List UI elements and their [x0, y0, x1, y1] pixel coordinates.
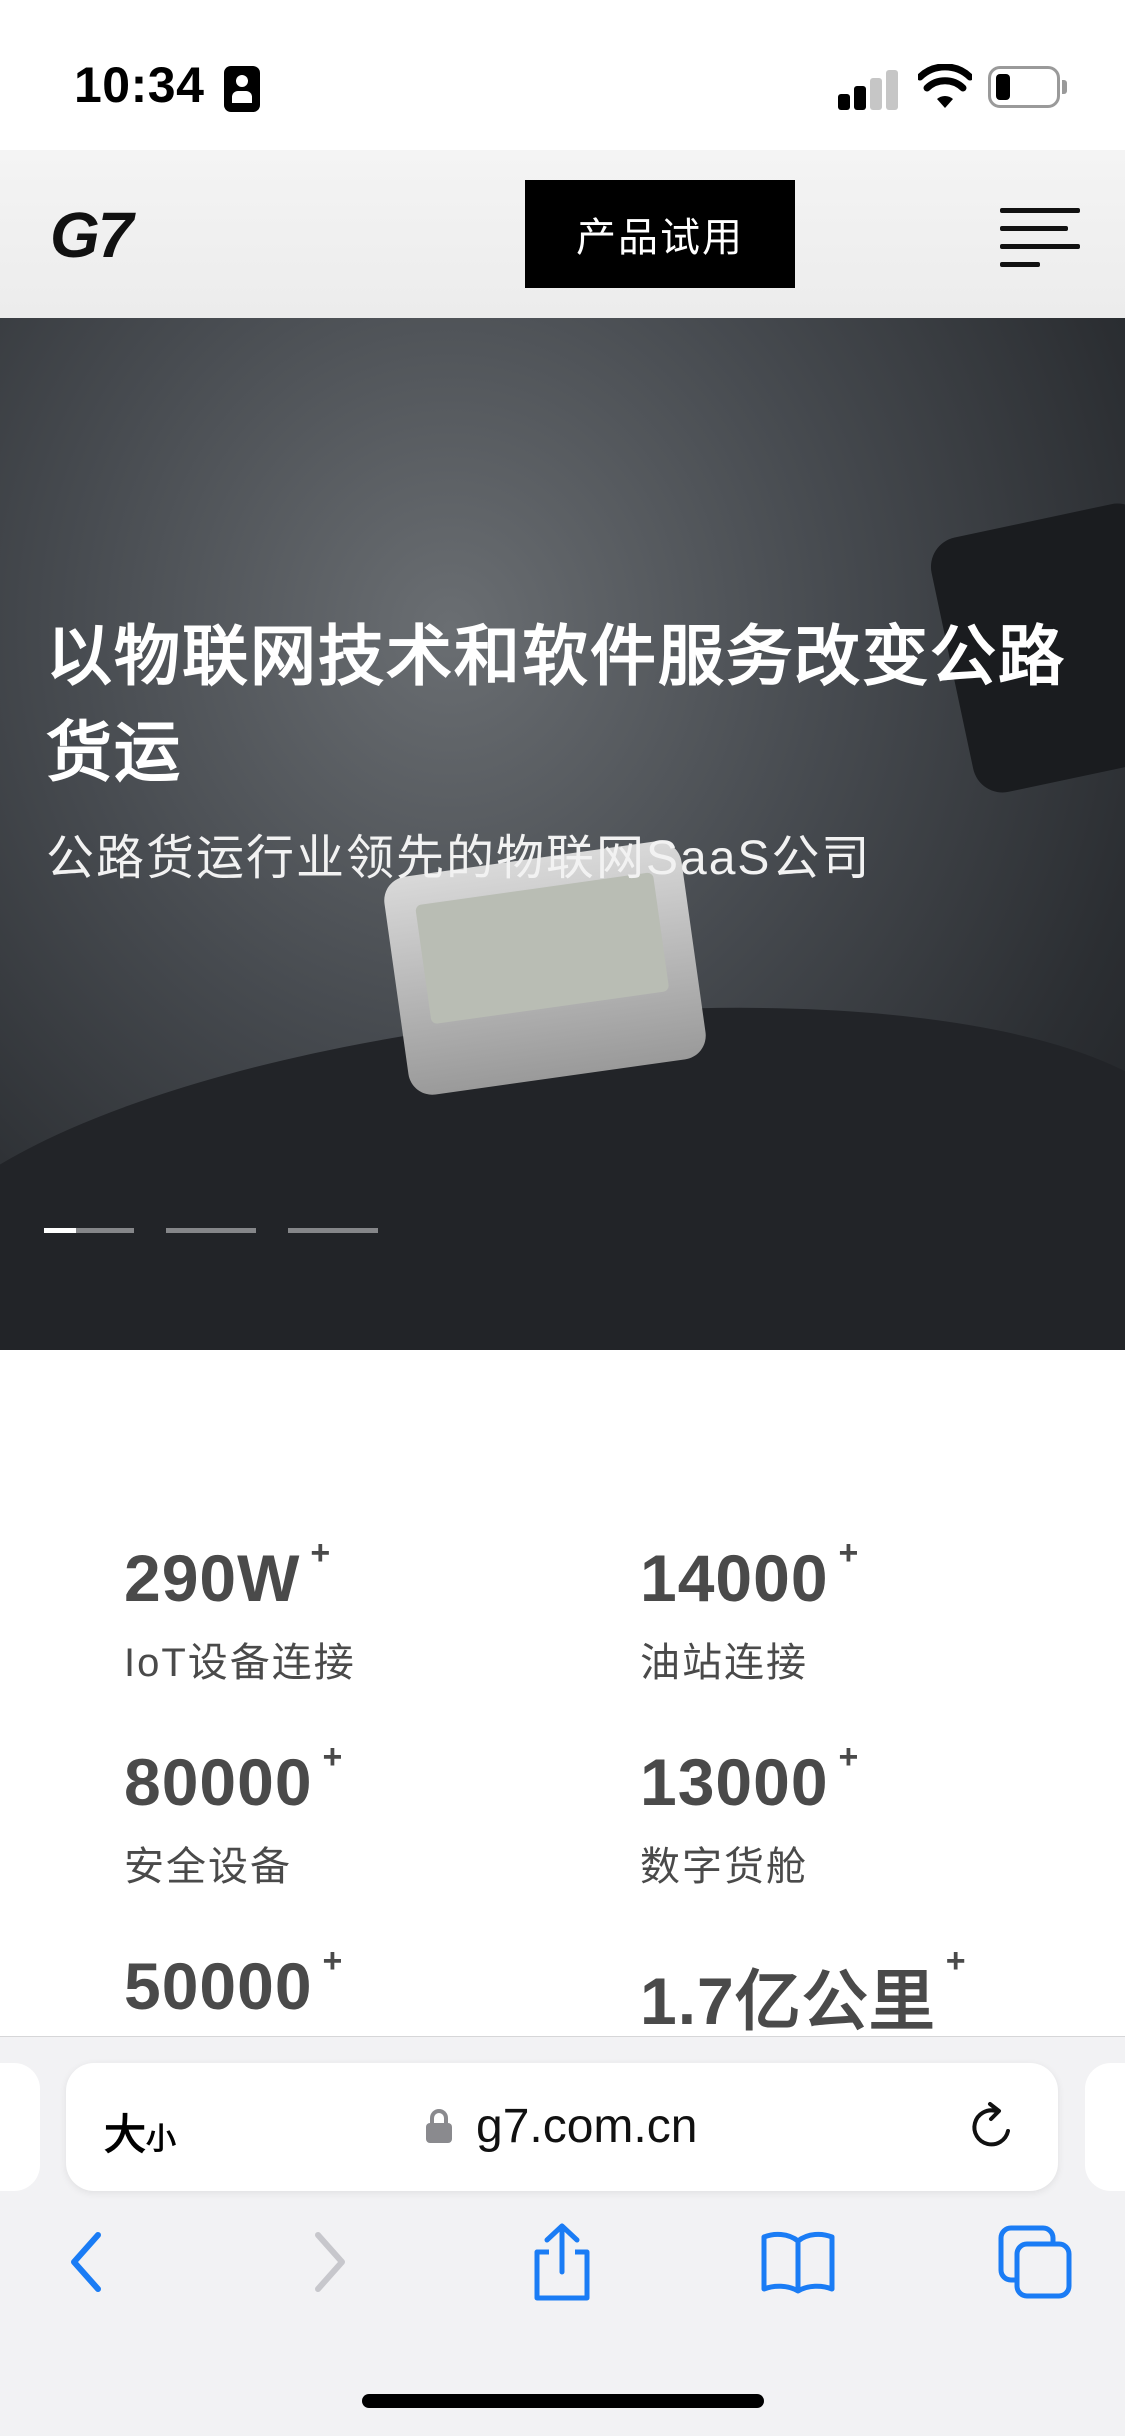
stat-label: 数字货舱: [640, 1845, 808, 1889]
stat-plus: +: [945, 1942, 967, 1980]
site-header: G7 产品试用: [0, 150, 1125, 318]
hero-subtitle: 公路货运行业领先的物联网SaaS公司: [46, 832, 872, 885]
tabs-icon: [998, 2225, 1072, 2299]
browser-bar: 大小 g7.com.cn: [0, 2036, 1125, 2436]
share-button[interactable]: [517, 2217, 607, 2307]
back-icon: [71, 2232, 101, 2292]
stat-value: 14000: [640, 1541, 829, 1615]
text-size-button[interactable]: 大小: [104, 2101, 176, 2162]
stat-plus: +: [322, 1942, 344, 1980]
bookmarks-icon: [761, 2231, 835, 2294]
signal-icon: [838, 68, 900, 110]
stat-item: 80000 + 安全设备: [124, 1738, 343, 1892]
stat-value: 1.7亿公里: [640, 1964, 936, 2038]
forward-icon: [315, 2232, 345, 2292]
stat-plus: +: [838, 1534, 860, 1572]
stat-label: IoT设备连接: [124, 1641, 356, 1685]
text-size-big: 大: [104, 2111, 147, 2158]
stats-section: 290W + IoT设备连接 14000 + 油站连接 80000 + 安全设备 13…: [0, 1350, 1125, 2038]
previous-tab-preview[interactable]: [0, 2063, 40, 2191]
badge-icon: [224, 66, 260, 112]
stat-item: 13000 + 数字货舱: [640, 1738, 859, 1892]
hero-banner[interactable]: 以物联网技术和软件服务改变公路货运 公路货运行业领先的物联网SaaS公司: [0, 318, 1125, 1350]
url-text[interactable]: g7.com.cn: [476, 2099, 697, 2154]
stat-item: 14000 + 油站连接: [640, 1534, 859, 1688]
carousel-dot-1[interactable]: [44, 1228, 134, 1233]
stat-plus: +: [322, 1738, 344, 1776]
next-tab-preview[interactable]: [1085, 2063, 1125, 2191]
carousel-dot-2[interactable]: [166, 1228, 256, 1233]
stat-value: 13000: [640, 1745, 829, 1819]
stat-value: 80000: [124, 1745, 313, 1819]
stat-item: 50000 +: [124, 1942, 343, 2024]
forward-button[interactable]: [284, 2217, 374, 2307]
browser-toolbar: [0, 2217, 1125, 2337]
stat-label: 安全设备: [124, 1845, 292, 1889]
hero-title: 以物联网技术和软件服务改变公路货运: [46, 619, 1066, 789]
battery-icon: [988, 66, 1068, 108]
lock-icon: [426, 2109, 452, 2143]
home-indicator: [362, 2394, 764, 2408]
bookmarks-button[interactable]: [753, 2217, 843, 2307]
text-size-small: 小: [146, 2123, 177, 2156]
stat-plus: +: [838, 1738, 860, 1776]
wifi-icon: [918, 64, 972, 108]
carousel-dot-3[interactable]: [288, 1228, 378, 1233]
tabs-button[interactable]: [990, 2217, 1080, 2307]
product-trial-button[interactable]: 产品试用: [525, 180, 795, 288]
stat-item: 1.7亿公里+: [640, 1942, 967, 2044]
back-button[interactable]: [42, 2217, 132, 2307]
reload-icon[interactable]: [966, 2101, 1018, 2153]
address-bar[interactable]: 大小 g7.com.cn: [66, 2063, 1058, 2191]
stat-value: 290W: [124, 1541, 301, 1615]
stat-label: 油站连接: [640, 1641, 808, 1685]
menu-icon[interactable]: [1000, 208, 1080, 268]
stat-value: 50000: [124, 1949, 313, 2023]
stat-item: 290W + IoT设备连接: [124, 1534, 356, 1688]
g7-logo[interactable]: G7: [50, 198, 133, 272]
share-icon: [534, 2223, 590, 2301]
status-time: 10:34: [74, 57, 205, 113]
status-bar: 10:34: [0, 0, 1125, 150]
stat-plus: +: [310, 1534, 332, 1572]
